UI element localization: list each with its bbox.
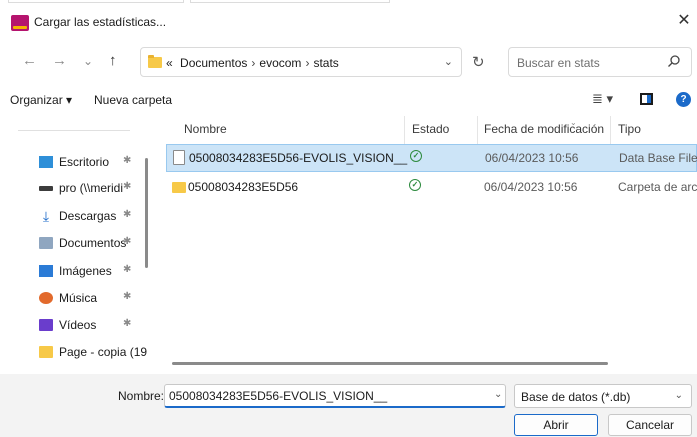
sidebar-item-label: Documentos bbox=[59, 236, 127, 250]
file-list: Nombre Estado ⌄ Fecha de modificación Ti… bbox=[152, 116, 697, 374]
window-title: Cargar las estadísticas... bbox=[34, 15, 167, 29]
breadcrumb-item-stats[interactable]: stats bbox=[313, 56, 338, 70]
videos-icon bbox=[39, 319, 53, 331]
up-button[interactable]: ↑ bbox=[109, 52, 117, 70]
column-header-estado[interactable]: Estado bbox=[412, 116, 449, 144]
column-header-fecha[interactable]: Fecha de modificación bbox=[484, 116, 604, 144]
download-icon: ⤓ bbox=[42, 208, 50, 224]
filename-dropdown-icon[interactable]: ⌄ bbox=[494, 389, 502, 400]
network-drive-icon bbox=[39, 186, 53, 191]
preview-pane-icon[interactable] bbox=[640, 93, 653, 105]
search-icon bbox=[668, 55, 680, 67]
view-options-button[interactable]: ≣ ▾ bbox=[592, 91, 613, 107]
column-header-nombre[interactable]: Nombre bbox=[184, 116, 227, 144]
chevron-down-icon: ⌄ bbox=[674, 390, 683, 401]
file-modified: 06/04/2023 10:56 bbox=[485, 151, 579, 165]
file-row[interactable]: 05008034283E5D56 ✓ 06/04/2023 10:56 Carp… bbox=[166, 174, 697, 202]
column-separator[interactable] bbox=[610, 116, 611, 144]
pin-icon: ✱ bbox=[123, 264, 132, 275]
pictures-icon bbox=[39, 265, 53, 277]
pin-icon: ✱ bbox=[123, 291, 132, 302]
file-name: 05008034283E5D56 bbox=[188, 180, 299, 194]
navigation-bar: ← → ⌄ ↑ « Documentos › evocom › stats ⌄ ↻ Bu… bbox=[0, 40, 697, 84]
breadcrumb: « Documentos › evocom › stats bbox=[166, 56, 339, 70]
sidebar-item-label: Page - copia (19 bbox=[59, 345, 148, 359]
folder-icon bbox=[172, 182, 186, 193]
column-header-tipo[interactable]: Tipo bbox=[618, 116, 641, 144]
folder-icon bbox=[39, 346, 53, 358]
breadcrumb-item-documentos[interactable]: Documentos bbox=[180, 56, 247, 70]
search-box[interactable]: Buscar en stats bbox=[508, 47, 692, 77]
breadcrumb-separator: › bbox=[251, 56, 256, 70]
desktop-icon bbox=[39, 156, 53, 168]
column-separator[interactable] bbox=[404, 116, 405, 144]
sidebar-item-label: pro (\\meridi bbox=[59, 181, 124, 195]
previous-window-segment bbox=[8, 0, 184, 3]
forward-button[interactable]: → bbox=[52, 52, 67, 70]
file-row-selected[interactable]: 05008034283E5D56-EVOLIS_VISION__ ✓ 06/04… bbox=[166, 144, 697, 172]
help-icon[interactable]: ? bbox=[676, 92, 691, 107]
sidebar-item-label: Descargas bbox=[59, 209, 117, 223]
documents-icon bbox=[39, 237, 53, 249]
sidebar-item-escritorio[interactable]: Escritorio ✱ bbox=[39, 152, 149, 172]
music-icon bbox=[39, 292, 53, 304]
close-button[interactable]: ✕ bbox=[671, 8, 697, 34]
sidebar-item-label: Imágenes bbox=[59, 264, 112, 278]
sidebar-item-page-copia[interactable]: Page - copia (19 bbox=[39, 342, 149, 362]
cancel-button[interactable]: Cancelar bbox=[608, 414, 692, 436]
search-placeholder: Buscar en stats bbox=[517, 56, 600, 70]
sidebar-item-musica[interactable]: Música ✱ bbox=[39, 288, 149, 308]
filename-label: Nombre: bbox=[118, 389, 165, 403]
file-type: Carpeta de archivos bbox=[618, 180, 697, 194]
refresh-button[interactable]: ↻ bbox=[472, 53, 485, 71]
sidebar-item-label: Escritorio bbox=[59, 155, 110, 169]
sidebar-divider bbox=[18, 130, 130, 131]
organize-menu-button[interactable]: Organizar ▾ bbox=[10, 93, 72, 107]
sync-status-icon: ✓ bbox=[410, 150, 422, 162]
sidebar-item-documentos[interactable]: Documentos ✱ bbox=[39, 233, 149, 253]
sidebar-item-label: Vídeos bbox=[59, 318, 97, 332]
command-bar: Organizar ▾ Nueva carpeta ≣ ▾ ? bbox=[0, 84, 697, 116]
pin-icon: ✱ bbox=[123, 236, 132, 247]
sidebar-item-descargas[interactable]: ⤓ Descargas ✱ bbox=[39, 206, 149, 226]
file-modified: 06/04/2023 10:56 bbox=[484, 180, 578, 194]
file-name: 05008034283E5D56-EVOLIS_VISION__ bbox=[189, 151, 408, 165]
new-folder-button[interactable]: Nueva carpeta bbox=[94, 93, 172, 107]
open-button[interactable]: Abrir bbox=[514, 414, 598, 436]
breadcrumb-item-evocom[interactable]: evocom bbox=[259, 56, 301, 70]
filename-input[interactable] bbox=[164, 384, 506, 408]
sidebar-item-label: Música bbox=[59, 291, 98, 305]
sidebar-item-network-drive[interactable]: pro (\\meridi ✱ bbox=[39, 178, 149, 198]
address-dropdown-icon[interactable]: ⌄ bbox=[444, 55, 453, 68]
history-dropdown-button[interactable]: ⌄ bbox=[83, 52, 93, 70]
navigation-pane: Escritorio ✱ pro (\\meridi ✱ ⤓ Descargas… bbox=[0, 116, 152, 374]
column-separator[interactable] bbox=[477, 116, 478, 144]
horizontal-scrollbar[interactable] bbox=[172, 362, 608, 365]
file-type-value: Base de datos (*.db) bbox=[521, 390, 631, 404]
folder-icon bbox=[148, 55, 162, 68]
app-icon bbox=[11, 15, 29, 31]
breadcrumb-separator: › bbox=[305, 56, 310, 70]
sync-status-icon: ✓ bbox=[409, 179, 421, 191]
title-bar: Cargar las estadísticas... ✕ bbox=[0, 4, 697, 40]
sidebar-item-imagenes[interactable]: Imágenes ✱ bbox=[39, 261, 149, 281]
pin-icon: ✱ bbox=[123, 318, 132, 329]
pin-icon: ✱ bbox=[123, 209, 132, 220]
pin-icon: ✱ bbox=[123, 155, 132, 166]
file-type-select[interactable]: Base de datos (*.db) ⌄ bbox=[514, 384, 692, 408]
sidebar-item-videos[interactable]: Vídeos ✱ bbox=[39, 315, 149, 335]
pin-icon: ✱ bbox=[123, 181, 132, 192]
sidebar-scrollbar[interactable] bbox=[145, 158, 148, 268]
dialog-footer: Nombre: ⌄ Base de datos (*.db) ⌄ Abrir C… bbox=[0, 374, 697, 437]
back-button[interactable]: ← bbox=[22, 52, 37, 70]
file-icon bbox=[173, 150, 185, 165]
breadcrumb-overflow[interactable]: « bbox=[166, 56, 173, 70]
file-type: Data Base File bbox=[619, 151, 697, 165]
address-bar[interactable]: « Documentos › evocom › stats ⌄ bbox=[140, 47, 462, 77]
previous-window-segment bbox=[190, 0, 390, 3]
